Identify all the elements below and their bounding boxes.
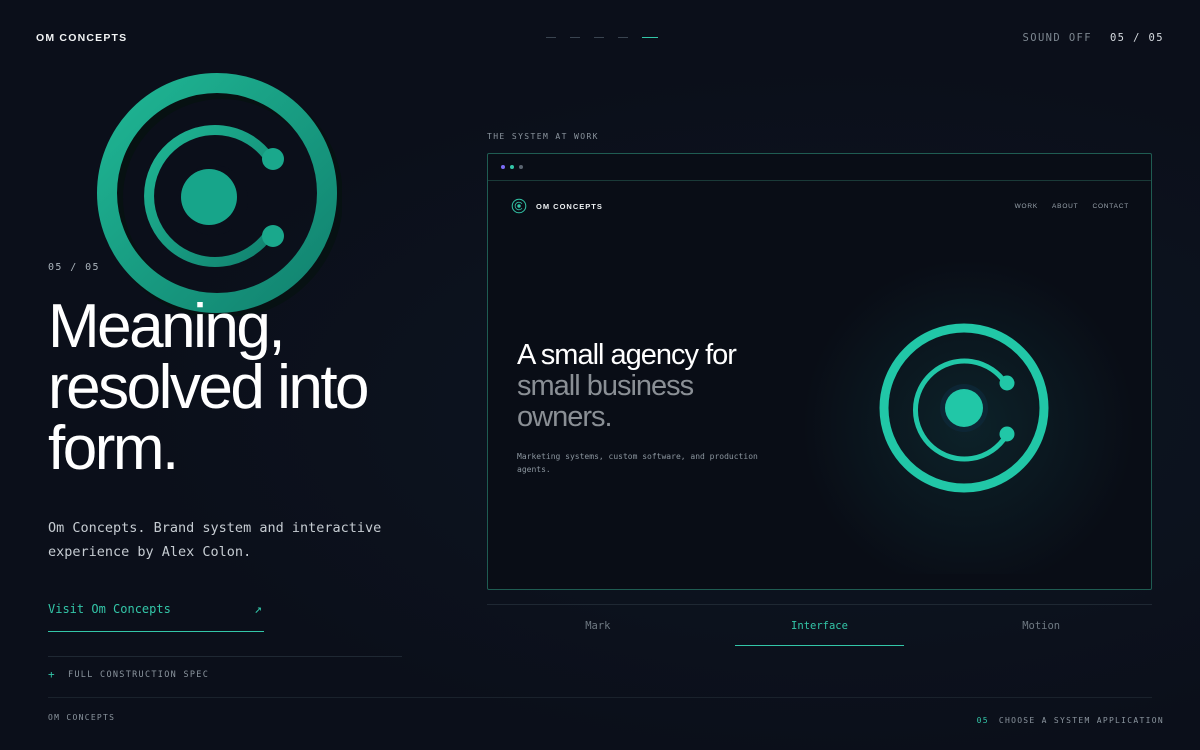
tab-mark[interactable]: Mark [487, 605, 709, 646]
brand-name[interactable]: OM CONCEPTS [36, 32, 127, 44]
progress-step[interactable] [546, 37, 556, 38]
footer-divider [48, 697, 1152, 698]
arrow-up-right-icon: ↗ [254, 602, 262, 617]
om-logo-preview-icon [879, 323, 1049, 493]
window-dot [501, 165, 505, 169]
construction-spec-label: FULL CONSTRUCTION SPEC [67, 669, 210, 680]
footer-cta-label: CHOOSE A SYSTEM APPLICATION [998, 716, 1164, 725]
preview-navbar: OM CONCEPTS WORK ABOUT CONTACT [511, 198, 1129, 214]
preview-subtext: Marketing systems, custom software, and … [517, 452, 758, 474]
preview-brand[interactable]: OM CONCEPTS [511, 198, 603, 214]
nav-link-work[interactable]: WORK [1015, 203, 1038, 210]
application-tabs: Mark Interface Motion [487, 604, 1152, 646]
om-logo-icon [97, 73, 342, 316]
footer-brand: OM CONCEPTS [48, 713, 116, 722]
slide-counter: 05 / 05 [1109, 32, 1164, 44]
preview-headline: A small agency for small business owners… [517, 340, 817, 433]
headline-line: Meaning, [48, 292, 286, 361]
tab-interface[interactable]: Interface [709, 605, 931, 646]
window-dot [510, 165, 514, 169]
divider [48, 656, 402, 657]
footer-number: 05 [976, 716, 989, 725]
visit-link-label[interactable]: Visit Om Concepts [48, 602, 171, 631]
browser-toolbar [488, 154, 1151, 181]
hero-headline: Meaning, resolved into form. [48, 292, 428, 483]
plus-icon: + [48, 668, 56, 681]
progress-step[interactable] [618, 37, 628, 38]
preview-nav-links: WORK ABOUT CONTACT [1015, 203, 1129, 210]
preview-headline-line: A small agency for [517, 339, 737, 371]
section-label: THE SYSTEM AT WORK [487, 132, 599, 141]
tab-motion[interactable]: Motion [930, 605, 1152, 646]
slide-progress-indicator [546, 37, 658, 38]
progress-step[interactable] [594, 37, 604, 38]
sound-toggle[interactable]: SOUND OFF [1023, 32, 1093, 44]
nav-link-about[interactable]: ABOUT [1052, 203, 1078, 210]
visit-link[interactable]: Visit Om Concepts ↗ [48, 602, 264, 632]
headline-line: form. [48, 414, 179, 483]
preview-headline-line: owners. [517, 401, 613, 433]
progress-step[interactable] [570, 37, 580, 38]
progress-step-active[interactable] [642, 37, 658, 38]
window-dot [519, 165, 523, 169]
construction-spec-toggle[interactable]: + FULL CONSTRUCTION SPEC [48, 668, 209, 681]
preview-brand-label: OM CONCEPTS [536, 201, 603, 211]
om-logo-small-icon [511, 198, 527, 214]
browser-preview: OM CONCEPTS WORK ABOUT CONTACT A small a… [487, 153, 1152, 590]
hero-counter: 05 / 05 [48, 262, 100, 273]
headline-line: resolved into [48, 353, 370, 422]
preview-headline-line: small business [517, 370, 694, 402]
hero-description: Om Concepts. Brand system and interactiv… [48, 520, 382, 560]
footer-cta: 05 CHOOSE A SYSTEM APPLICATION [977, 716, 1164, 725]
nav-link-contact[interactable]: CONTACT [1092, 203, 1129, 210]
